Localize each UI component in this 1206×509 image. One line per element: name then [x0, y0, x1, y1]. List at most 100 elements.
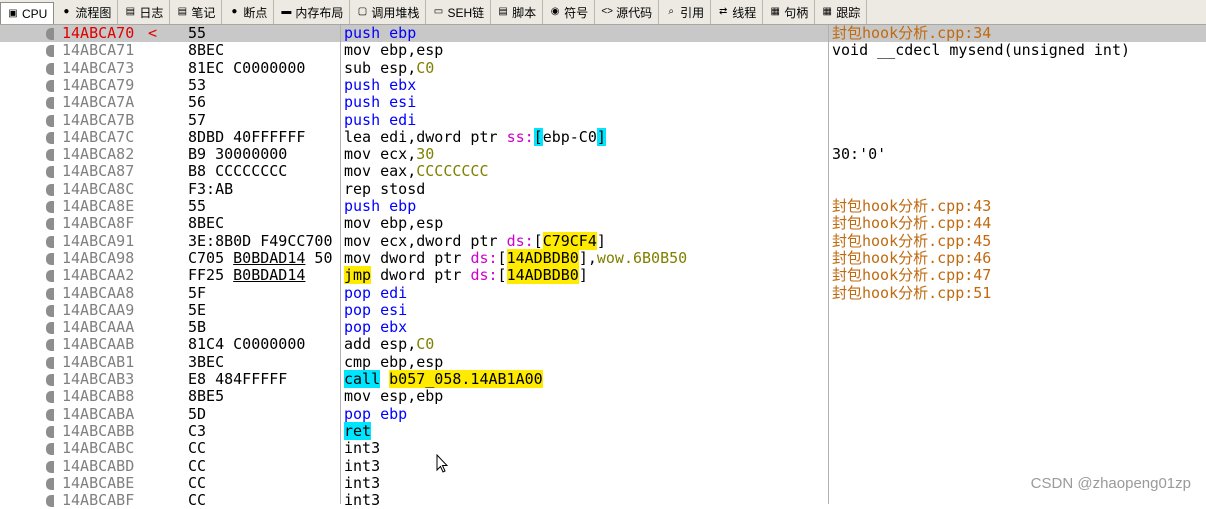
disassembly-row[interactable]: 14ABCA70 <55 push ebp 封包hook分析.cpp:34: [0, 25, 1206, 43]
instruction: pop ebp: [344, 404, 408, 423]
instruction: mov ebp,esp: [344, 41, 444, 60]
disassembly-row[interactable]: 14ABCA87 B8 CCCCCCCC mov eax,CCCCCCCC: [0, 163, 1206, 180]
address: 14ABCAAA: [62, 318, 135, 337]
disassembly-row[interactable]: 14ABCA7C 8DBD 40FFFFFF lea edi,dword ptr s…: [0, 127, 1206, 146]
symbols-icon: ◉: [550, 6, 560, 17]
trace-icon: ▦: [822, 6, 832, 17]
disassembly-row[interactable]: 14ABCABD CC int3: [0, 457, 1206, 475]
tab-13[interactable]: ▦ 句柄: [763, 0, 816, 24]
thread-icon: ⇄: [718, 6, 728, 17]
column-divider[interactable]: [340, 25, 341, 504]
tab-7[interactable]: ▭ SEH链: [426, 0, 492, 24]
breakpoint-marker[interactable]: [46, 183, 54, 196]
breakpoint-marker[interactable]: [46, 304, 54, 317]
disassembly-row[interactable]: 14ABCABB C3 ret: [0, 421, 1206, 440]
breakpoint-marker[interactable]: [46, 391, 54, 404]
disassembly-row[interactable]: 14ABCA98 C705 B0BDAD14 50 mov dword ptr ds…: [0, 248, 1206, 267]
address: 14ABCABE: [62, 473, 135, 492]
tab-11[interactable]: ⌕ 引用: [659, 0, 712, 24]
breakpoint-marker[interactable]: [46, 322, 54, 335]
tab-1[interactable]: ● 流程图: [54, 0, 119, 24]
disassembly-row[interactable]: 14ABCA73 81EC C0000000 sub esp,C0: [0, 59, 1206, 77]
disassembly-row[interactable]: 14ABCA8C F3:AB rep stosd: [0, 180, 1206, 198]
disassembly-row[interactable]: 14ABCAB8 8BE5 mov esp,ebp: [0, 388, 1206, 405]
breakpoint-marker[interactable]: [46, 408, 54, 421]
disassembly-row[interactable]: 14ABCAAB 81C4 C0000000 add esp,C0: [0, 336, 1206, 353]
tab-14[interactable]: ▦ 跟踪: [815, 0, 868, 24]
instruction: int3: [344, 439, 381, 458]
breakpoint-marker[interactable]: [46, 252, 54, 265]
source-icon: <>: [601, 6, 613, 17]
breakpoint-marker[interactable]: [46, 114, 54, 127]
disassembly-row[interactable]: 14ABCABA 5D pop ebp: [0, 404, 1206, 423]
opcode-bytes: CC: [188, 474, 207, 492]
disassembly-row[interactable]: 14ABCAA9 5E pop esi: [0, 301, 1206, 319]
tab-label: CPU: [22, 6, 48, 21]
address: 14ABCA7A: [62, 93, 135, 112]
instruction: int3: [344, 473, 381, 492]
tab-3[interactable]: ▤ 笔记: [170, 0, 223, 24]
breakpoint-marker[interactable]: [46, 374, 54, 386]
tab-label: 流程图: [75, 5, 112, 20]
breakpoint-marker[interactable]: [46, 287, 54, 300]
breakpoint-marker[interactable]: [46, 356, 54, 369]
disassembly-row[interactable]: 14ABCA7A 56 push esi: [0, 94, 1206, 111]
breakpoint-marker[interactable]: [46, 62, 54, 75]
instruction: pop ebx: [344, 318, 408, 337]
opcode-bytes: 81C4 C0000000: [188, 336, 306, 354]
disassembly-row[interactable]: 14ABCA91 3E:8B0D F49CC700 mov ecx,dword pt…: [0, 231, 1206, 250]
instruction: lea edi,dword ptr ss:[ebp-C0]: [344, 127, 606, 146]
breakpoint-marker[interactable]: [46, 201, 54, 213]
tab-8[interactable]: ▤ 脚本: [491, 0, 544, 24]
breakpoint-marker[interactable]: [46, 477, 54, 490]
breakpoint-marker[interactable]: [46, 495, 54, 508]
tab-2[interactable]: ▤ 日志: [118, 0, 171, 24]
breakpoint-marker[interactable]: [46, 339, 54, 352]
tab-5[interactable]: ▬ 内存布局: [274, 0, 351, 24]
tab-10[interactable]: <> 源代码: [595, 0, 660, 24]
disassembly-row[interactable]: 14ABCA8E 55 push ebp 封包hook分析.cpp:43: [0, 198, 1206, 215]
comment-column-divider[interactable]: [828, 25, 829, 504]
breakpoint-marker[interactable]: [46, 460, 54, 473]
breakpoint-marker[interactable]: [46, 45, 54, 58]
tab-6[interactable]: ▢ 调用堆栈: [350, 0, 427, 24]
disassembly-row[interactable]: 14ABCA71 8BEC mov ebp,esp void __cdecl myse…: [0, 42, 1206, 59]
address: 14ABCA82: [62, 145, 135, 164]
disassembly-row[interactable]: 14ABCABE CC int3: [0, 473, 1206, 492]
breakpoint-marker[interactable]: [46, 443, 54, 456]
disassembly-row[interactable]: 14ABCA79 53 push ebx: [0, 75, 1206, 94]
breakpoint-marker[interactable]: [46, 270, 54, 283]
breakpoint-marker[interactable]: [46, 79, 54, 92]
disassembly-row[interactable]: 14ABCAAA 5B pop ebx: [0, 319, 1206, 336]
breakpoint-marker[interactable]: [46, 218, 54, 231]
tab-0[interactable]: ▣ CPU: [0, 2, 55, 24]
breakpoint-marker[interactable]: [46, 235, 54, 248]
disassembly-row[interactable]: 14ABCAB1 3BEC cmp ebp,esp: [0, 353, 1206, 371]
disassembly-row[interactable]: 14ABCABF CC int3: [0, 492, 1206, 509]
instruction: pop edi: [344, 283, 408, 302]
tab-12[interactable]: ⇄ 线程: [711, 0, 764, 24]
breakpoint-marker[interactable]: [46, 131, 54, 144]
disassembly-row[interactable]: 14ABCA82 B9 30000000 mov ecx,30 30:'0': [0, 146, 1206, 163]
tab-9[interactable]: ◉ 符号: [543, 0, 596, 24]
address: 14ABCA79: [62, 75, 135, 94]
breakpoint-marker[interactable]: [46, 97, 54, 110]
disassembly-row[interactable]: 14ABCA8F 8BEC mov ebp,esp 封包hook分析.cpp:44: [0, 215, 1206, 232]
disassembly-row[interactable]: 14ABCABC CC int3: [0, 440, 1206, 457]
disassembly-row[interactable]: 14ABCA7B 57 push edi: [0, 110, 1206, 129]
instruction: mov dword ptr ds:[14ADBDB0],wow.6B0B50: [344, 248, 688, 267]
disassembly-row[interactable]: 14ABCAA2 FF25 B0BDAD14 jmp dword ptr ds:[1…: [0, 266, 1206, 285]
globe-icon: ●: [63, 6, 70, 17]
instruction: int3: [344, 491, 381, 509]
disassembly-view[interactable]: 14ABCA70 <55 push ebp 封包hook分析.cpp:34 14ABCA…: [0, 25, 1206, 509]
tab-4[interactable]: ● 断点: [222, 0, 275, 24]
opcode-bytes: 5D: [188, 405, 207, 423]
breakpoint-marker[interactable]: [46, 28, 54, 40]
breakpoint-marker[interactable]: [46, 149, 54, 162]
instruction: push edi: [344, 110, 417, 129]
disassembly-row[interactable]: 14ABCAA8 5F pop edi 封包hook分析.cpp:51: [0, 283, 1206, 302]
handles-icon: ▦: [770, 6, 780, 17]
breakpoint-marker[interactable]: [46, 425, 54, 438]
breakpoint-marker[interactable]: [46, 166, 54, 179]
disassembly-row[interactable]: 14ABCAB3 E8 484FFFFF call b057_058.14AB1A0…: [0, 370, 1206, 388]
